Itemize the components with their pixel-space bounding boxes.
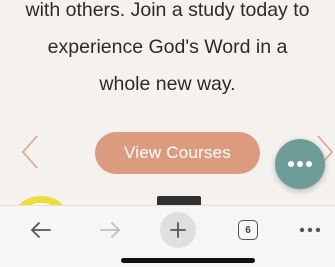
intro-line-3: whole new way. [99, 73, 236, 95]
home-indicator[interactable] [121, 258, 255, 263]
tab-count: 6 [245, 224, 251, 236]
menu-button[interactable] [290, 210, 330, 250]
tabs-button[interactable]: 6 [230, 210, 266, 250]
forward-button[interactable] [92, 210, 128, 250]
intro-line-1: with others. Join a study today to [25, 0, 310, 21]
tabs-icon: 6 [238, 220, 258, 240]
new-tab-button[interactable] [160, 212, 196, 248]
chevron-left-icon[interactable] [19, 134, 41, 170]
back-button[interactable] [20, 210, 62, 250]
plus-icon [170, 222, 186, 238]
intro-paragraph: with others. Join a study today to exper… [0, 0, 335, 103]
more-horizontal-icon [288, 161, 312, 167]
browser-page: with others. Join a study today to exper… [0, 0, 335, 267]
forward-arrow-icon [100, 222, 120, 238]
intro-line-2: experience God's Word in a [47, 36, 288, 58]
more-icon [299, 227, 321, 233]
more-fab-button[interactable] [275, 139, 325, 189]
web-content: with others. Join a study today to exper… [0, 0, 335, 196]
view-courses-button[interactable]: View Courses [95, 132, 260, 174]
back-arrow-icon [31, 222, 51, 238]
